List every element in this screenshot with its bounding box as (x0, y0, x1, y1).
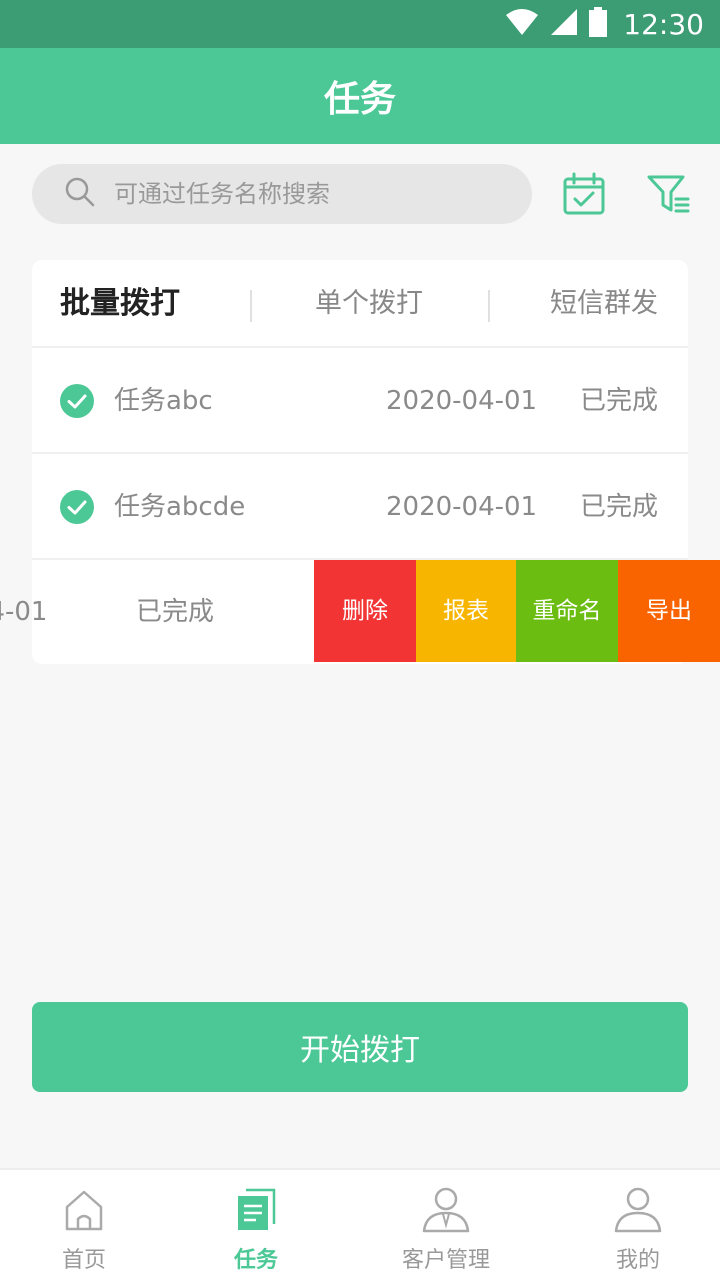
export-button[interactable]: 导出 (618, 560, 720, 662)
task-status: 已完成 (580, 386, 659, 416)
status-time: 12:30 (623, 7, 704, 41)
app-bar: 任务 (0, 48, 720, 144)
nav-label: 我的 (615, 1248, 660, 1273)
search-icon (64, 176, 96, 212)
task-row[interactable]: 任务abcde 2020-04-01 已完成 (32, 454, 688, 560)
status-bar: 12:30 (0, 0, 720, 48)
nav-item-home[interactable]: 首页 (0, 1170, 174, 1280)
nav-item-profile[interactable]: 我的 (548, 1170, 720, 1280)
task-icon (236, 1186, 276, 1234)
calendar-check-icon (562, 172, 606, 220)
calendar-button[interactable] (562, 172, 606, 220)
task-name: 任务abcde (114, 492, 246, 522)
task-date: 2020-04-01 (386, 386, 538, 416)
nav-label: 任务 (233, 1248, 278, 1273)
filter-icon (646, 172, 690, 220)
task-status: 已完成 (136, 597, 215, 627)
check-circle-icon (60, 384, 94, 418)
task-date: 2020-04-01 (386, 492, 538, 522)
tab-single-call[interactable]: 单个拨打 (315, 260, 423, 348)
tab-batch-call[interactable]: 批量拨打 (60, 260, 180, 348)
nav-label: 首页 (61, 1248, 106, 1273)
task-row[interactable]: 任务abc 2020-04-01 已完成 (32, 348, 688, 454)
task-date: 0-04-01 (0, 597, 48, 627)
nav-item-customers[interactable]: 客户管理 (356, 1170, 536, 1280)
wifi-icon (505, 8, 539, 40)
rename-button[interactable]: 重命名 (516, 560, 618, 662)
start-dialing-button[interactable]: 开始拨打 (32, 1002, 688, 1092)
customer-icon (422, 1186, 470, 1234)
nav-item-tasks[interactable]: 任务 (166, 1170, 346, 1280)
status-icons: 12:30 (505, 7, 704, 41)
battery-icon (589, 7, 608, 41)
tab-bar: 批量拨打 单个拨打 短信群发 (32, 260, 688, 348)
tab-divider (488, 290, 490, 322)
task-name: 任务abc (114, 386, 213, 416)
search-input[interactable] (114, 180, 494, 208)
check-circle-icon (60, 490, 94, 524)
search-bar[interactable] (32, 164, 532, 224)
task-status: 已完成 (580, 492, 659, 522)
tab-divider (250, 290, 252, 322)
delete-button[interactable]: 删除 (314, 560, 416, 662)
page-title: 任务 (323, 79, 396, 120)
profile-icon (614, 1186, 662, 1234)
signal-icon (549, 8, 579, 40)
task-row-swiped[interactable]: 0-04-01 已完成 删除 报表 重命名 导出 (0, 560, 720, 664)
home-icon (64, 1186, 104, 1234)
bottom-nav: 首页 任务 客户管理 我的 (0, 1168, 720, 1280)
tab-sms-broadcast[interactable]: 短信群发 (550, 260, 658, 348)
filter-button[interactable] (646, 174, 690, 218)
nav-label: 客户管理 (401, 1248, 490, 1273)
report-button[interactable]: 报表 (416, 560, 516, 662)
